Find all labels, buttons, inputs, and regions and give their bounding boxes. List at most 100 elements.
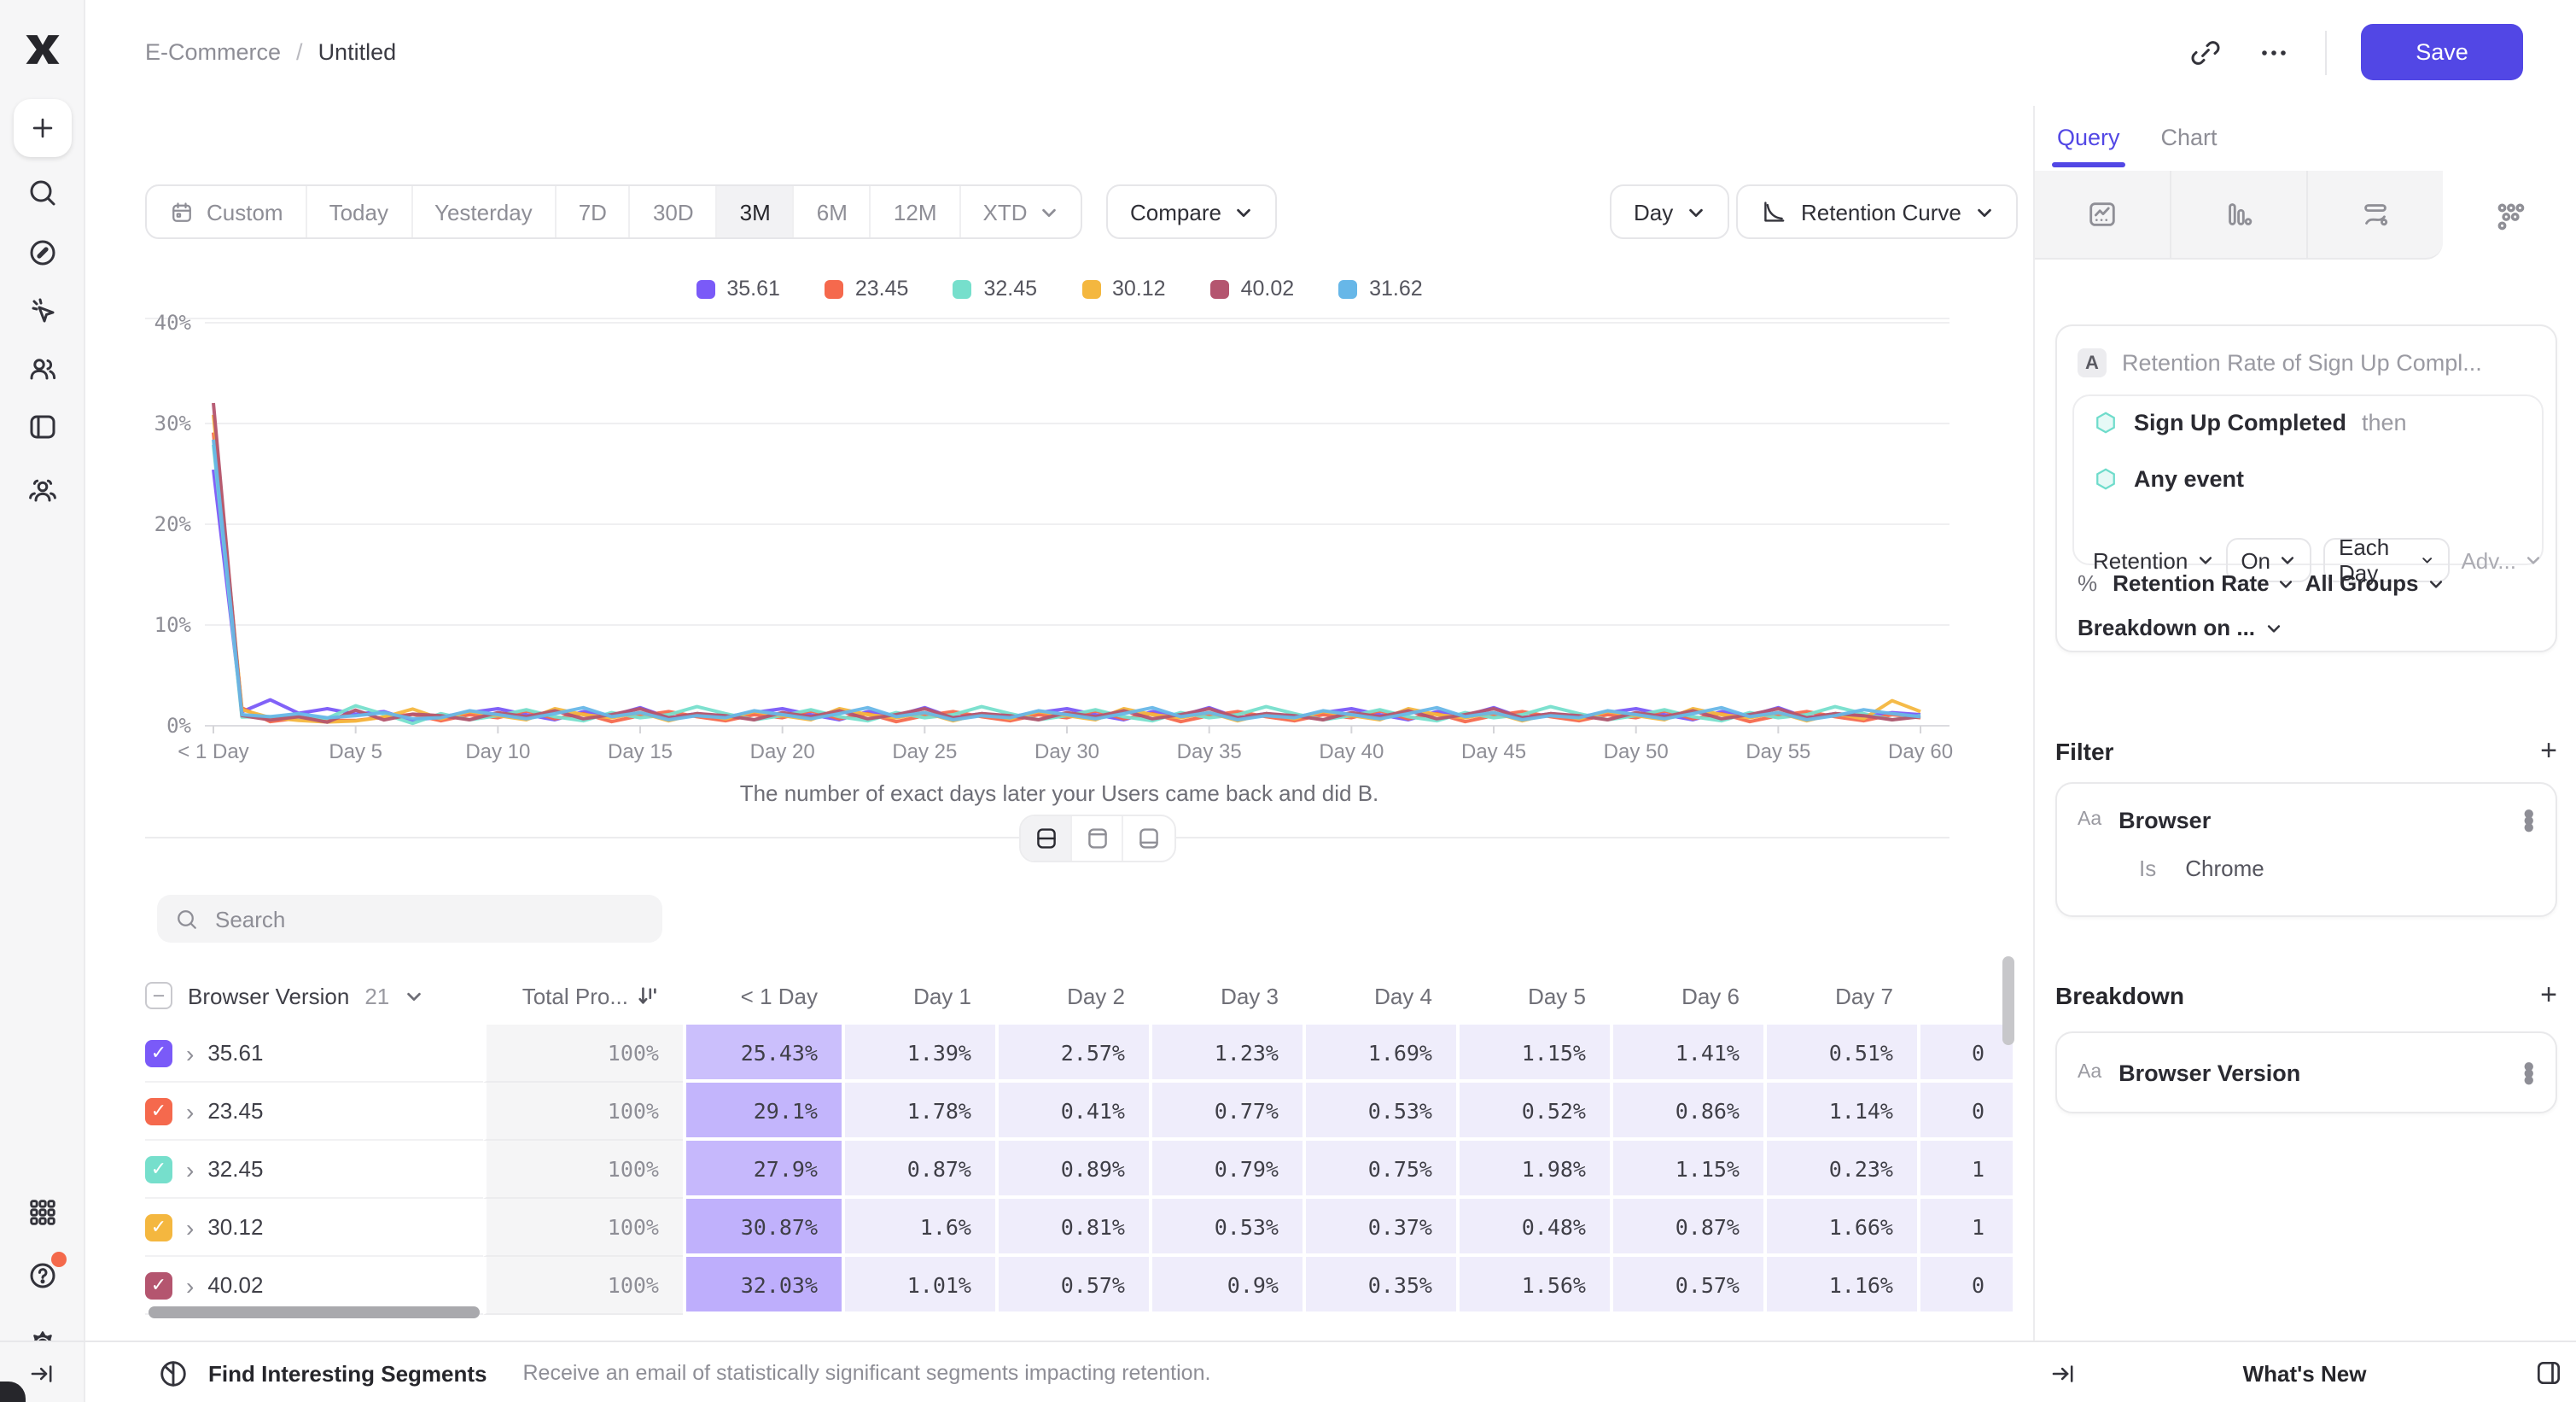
retention-cell[interactable]: 0.51% bbox=[1763, 1025, 1917, 1083]
retention-cell[interactable]: 1.23% bbox=[1149, 1025, 1303, 1083]
retention-cell[interactable]: 0.53% bbox=[1303, 1083, 1456, 1141]
retention-cell[interactable]: 0.53% bbox=[1149, 1199, 1303, 1257]
row-checkbox[interactable]: ✓ bbox=[145, 1271, 172, 1299]
measure-dropdown[interactable]: Retention Rate bbox=[2113, 570, 2294, 596]
retention-cell[interactable]: 1.56% bbox=[1456, 1257, 1610, 1315]
row-checkbox[interactable]: ✓ bbox=[145, 1039, 172, 1066]
query-title[interactable]: Retention Rate of Sign Up Compl... bbox=[2122, 350, 2482, 376]
retention-cell[interactable]: 0.35% bbox=[1303, 1257, 1456, 1315]
retention-cell[interactable]: 0.77% bbox=[1149, 1083, 1303, 1141]
filter-property[interactable]: Browser bbox=[2118, 807, 2505, 832]
create-plus-button[interactable] bbox=[13, 99, 71, 157]
breakdown-on-dropdown[interactable]: Breakdown on ... bbox=[2078, 615, 2282, 640]
date-range-30d[interactable]: 30D bbox=[631, 186, 718, 237]
legend-item[interactable]: 32.45 bbox=[953, 277, 1037, 301]
tab-retention[interactable] bbox=[2443, 171, 2576, 260]
retention-cell[interactable]: 1.15% bbox=[1456, 1025, 1610, 1083]
vertical-scrollbar[interactable] bbox=[2002, 956, 2014, 1045]
series-line-30.12[interactable] bbox=[213, 415, 1920, 722]
layout-table-button[interactable] bbox=[1123, 816, 1174, 861]
retention-cell[interactable]: 1.15% bbox=[1610, 1141, 1763, 1199]
retention-cell[interactable]: 1.78% bbox=[842, 1083, 995, 1141]
day-column-header[interactable]: Day 4 bbox=[1303, 983, 1456, 1008]
breadcrumb-project[interactable]: E-Commerce bbox=[145, 39, 281, 65]
date-range-3m[interactable]: 3M bbox=[718, 186, 795, 237]
retention-cell[interactable]: 32.03% bbox=[683, 1257, 842, 1315]
kebab-menu-icon[interactable]: ●●● bbox=[2523, 809, 2560, 830]
find-segments-title[interactable]: Find Interesting Segments bbox=[208, 1360, 487, 1386]
retention-cell[interactable]: 0.57% bbox=[1610, 1257, 1763, 1315]
total-column-header[interactable]: Total Pro... bbox=[483, 983, 683, 1008]
retention-cell[interactable]: 0.89% bbox=[995, 1141, 1149, 1199]
day-column-header[interactable]: Day 3 bbox=[1149, 983, 1303, 1008]
layout-split-button[interactable] bbox=[1021, 816, 1072, 861]
retention-cell[interactable]: 1.39% bbox=[842, 1025, 995, 1083]
select-all-checkbox[interactable]: – bbox=[145, 982, 172, 1009]
groups-dropdown[interactable]: All Groups bbox=[2305, 570, 2445, 596]
link-icon[interactable] bbox=[2188, 35, 2223, 69]
find-segments-bar[interactable]: Find Interesting Segments Receive an ema… bbox=[157, 1342, 1210, 1402]
add-breakdown-button[interactable]: + bbox=[2540, 978, 2557, 1013]
row-checkbox[interactable]: ✓ bbox=[145, 1213, 172, 1241]
expand-row-icon[interactable]: › bbox=[186, 1155, 194, 1183]
filter-operator[interactable]: Is bbox=[2139, 856, 2156, 881]
retention-cell[interactable]: 1.01% bbox=[842, 1257, 995, 1315]
day-column-header[interactable]: Day 5 bbox=[1456, 983, 1610, 1008]
tab-funnels[interactable] bbox=[2171, 171, 2308, 260]
retention-cell[interactable]: 0.87% bbox=[842, 1141, 995, 1199]
sidebar-item-apps[interactable] bbox=[26, 1196, 58, 1229]
sidebar-item-boards[interactable] bbox=[25, 410, 59, 444]
series-line-35.61[interactable] bbox=[213, 470, 1920, 721]
date-range-xtd[interactable]: XTD bbox=[961, 186, 1081, 237]
tab-flows[interactable] bbox=[2308, 171, 2443, 260]
legend-item[interactable]: 35.61 bbox=[696, 277, 780, 301]
whats-new-link[interactable]: What's New bbox=[2033, 1360, 2576, 1386]
tab-chart[interactable]: Chart bbox=[2161, 106, 2218, 167]
legend-item[interactable]: 31.62 bbox=[1338, 277, 1423, 301]
retention-cell[interactable]: 1.69% bbox=[1303, 1025, 1456, 1083]
date-range-7d[interactable]: 7D bbox=[557, 186, 631, 237]
search-input[interactable] bbox=[215, 906, 625, 932]
layout-chart-button[interactable] bbox=[1072, 816, 1123, 861]
date-range-custom[interactable]: Custom bbox=[147, 186, 307, 237]
advanced-dropdown[interactable]: Adv... bbox=[2461, 547, 2542, 573]
retention-type-dropdown[interactable]: Retention bbox=[2093, 547, 2213, 573]
tab-insights[interactable] bbox=[2035, 171, 2171, 260]
day-column-header[interactable]: Day 2 bbox=[995, 983, 1149, 1008]
date-range-6m[interactable]: 6M bbox=[795, 186, 871, 237]
retention-cell[interactable]: 0.81% bbox=[995, 1199, 1149, 1257]
breakdown-property[interactable]: Browser Version bbox=[2118, 1060, 2505, 1085]
row-checkbox[interactable]: ✓ bbox=[145, 1097, 172, 1125]
date-range-today[interactable]: Today bbox=[307, 186, 412, 237]
day-column-header[interactable]: Day 7 bbox=[1763, 983, 1917, 1008]
sidebar-item-help[interactable] bbox=[25, 1259, 59, 1293]
sidebar-item-cohorts[interactable] bbox=[25, 473, 59, 507]
date-range-yesterday[interactable]: Yesterday bbox=[412, 186, 557, 237]
collapse-sidebar-icon[interactable] bbox=[27, 1358, 56, 1387]
granularity-button[interactable]: Day bbox=[1610, 184, 1729, 239]
more-ellipsis-icon[interactable] bbox=[2257, 35, 2291, 69]
sidebar-item-users[interactable] bbox=[25, 352, 59, 386]
return-event-row[interactable]: Any event bbox=[2093, 466, 2244, 492]
expand-row-icon[interactable]: › bbox=[186, 1097, 194, 1125]
retention-cell[interactable]: 0.41% bbox=[995, 1083, 1149, 1141]
save-button[interactable]: Save bbox=[2361, 24, 2523, 80]
retention-cell[interactable]: 30.87% bbox=[683, 1199, 842, 1257]
day-column-header[interactable]: Day 1 bbox=[842, 983, 995, 1008]
series-line-31.62[interactable] bbox=[213, 440, 1920, 720]
expand-row-icon[interactable]: › bbox=[186, 1039, 194, 1066]
retention-cell[interactable]: 0.37% bbox=[1303, 1199, 1456, 1257]
retention-cell[interactable]: 1.14% bbox=[1763, 1083, 1917, 1141]
retention-cell[interactable]: 0.86% bbox=[1610, 1083, 1763, 1141]
retention-cell[interactable]: 0.87% bbox=[1610, 1199, 1763, 1257]
retention-cell[interactable]: 0.52% bbox=[1456, 1083, 1610, 1141]
retention-cell[interactable]: 0.75% bbox=[1303, 1141, 1456, 1199]
retention-cell[interactable]: 1.66% bbox=[1763, 1199, 1917, 1257]
compare-button[interactable]: Compare bbox=[1106, 184, 1278, 239]
tab-query[interactable]: Query bbox=[2057, 106, 2120, 167]
breadcrumb-report-name[interactable]: Untitled bbox=[318, 39, 397, 65]
retention-cell[interactable]: 25.43% bbox=[683, 1025, 842, 1083]
first-event-row[interactable]: Sign Up Completed then bbox=[2093, 410, 2407, 435]
kebab-menu-icon[interactable]: ●●● bbox=[2523, 1062, 2560, 1083]
retention-cell[interactable]: 1.98% bbox=[1456, 1141, 1610, 1199]
